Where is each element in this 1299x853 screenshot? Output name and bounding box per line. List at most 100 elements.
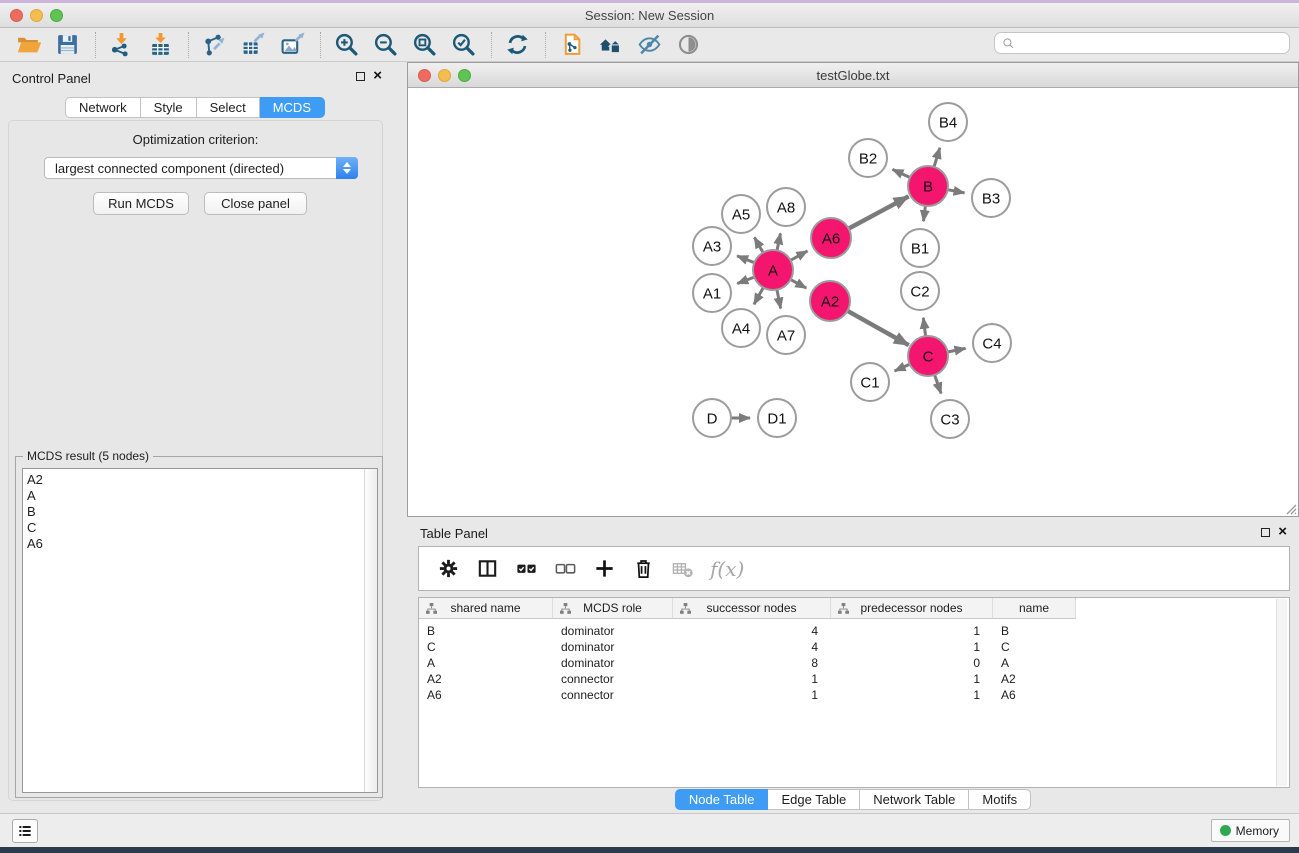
edge-A2-C[interactable] xyxy=(847,311,908,345)
home-button[interactable] xyxy=(595,30,625,60)
new-network-button[interactable] xyxy=(556,30,586,60)
cell-successor-nodes[interactable]: 1 xyxy=(673,672,831,686)
edge-A6-B[interactable] xyxy=(849,196,909,228)
cell-mcds-role[interactable]: connector xyxy=(553,688,673,702)
result-item[interactable]: A6 xyxy=(23,536,377,552)
panel-menu-button[interactable] xyxy=(12,819,38,843)
cell-mcds-role[interactable]: dominator xyxy=(553,624,673,638)
cell-mcds-role[interactable]: dominator xyxy=(553,640,673,654)
save-session-button[interactable] xyxy=(52,30,82,60)
gear-button[interactable] xyxy=(431,552,465,586)
columns-button[interactable] xyxy=(470,552,504,586)
search-field[interactable] xyxy=(994,32,1290,54)
zoom-fit-button[interactable] xyxy=(409,30,439,60)
cell-predecessor-nodes[interactable]: 1 xyxy=(831,640,993,654)
result-item[interactable]: A xyxy=(23,488,377,504)
edge-A-A8[interactable] xyxy=(777,233,781,250)
node-A8[interactable]: A8 xyxy=(767,188,805,226)
node-A6[interactable]: A6 xyxy=(811,218,851,258)
cell-name[interactable]: A6 xyxy=(993,688,1076,702)
result-item[interactable]: C xyxy=(23,520,377,536)
column-header-name[interactable]: name xyxy=(993,598,1076,619)
table-row[interactable]: Cdominator41C xyxy=(419,639,1289,655)
criterion-select[interactable]: largest connected component (directed) xyxy=(44,157,358,179)
node-D1[interactable]: D1 xyxy=(758,399,796,437)
node-C4[interactable]: C4 xyxy=(973,324,1011,362)
float-panel-icon[interactable] xyxy=(356,72,365,81)
zoom-out-button[interactable] xyxy=(370,30,400,60)
edge-C-C1[interactable] xyxy=(895,364,910,371)
edge-B-B1[interactable] xyxy=(924,206,926,221)
node-B3[interactable]: B3 xyxy=(972,179,1010,217)
hide-details-button[interactable] xyxy=(634,30,664,60)
cell-successor-nodes[interactable]: 1 xyxy=(673,688,831,702)
column-header-successor-nodes[interactable]: successor nodes xyxy=(673,598,831,619)
export-network-button[interactable] xyxy=(199,30,229,60)
network-graph[interactable]: AA1A2A3A4A5A6A7A8BB1B2B3B4CC1C2C3C4DD1 xyxy=(408,89,1298,516)
table-tab-network-table[interactable]: Network Table xyxy=(860,789,969,810)
import-network-button[interactable] xyxy=(106,30,136,60)
cell-mcds-role[interactable]: dominator xyxy=(553,656,673,670)
cell-successor-nodes[interactable]: 8 xyxy=(673,656,831,670)
tab-select[interactable]: Select xyxy=(197,97,260,118)
cell-successor-nodes[interactable]: 4 xyxy=(673,640,831,654)
node-A3[interactable]: A3 xyxy=(693,227,731,265)
cell-predecessor-nodes[interactable]: 1 xyxy=(831,672,993,686)
table-row[interactable]: A2connector11A2 xyxy=(419,671,1289,687)
node-B2[interactable]: B2 xyxy=(849,139,887,177)
select-all-button[interactable] xyxy=(509,552,543,586)
node-B4[interactable]: B4 xyxy=(929,103,967,141)
cell-shared-name[interactable]: C xyxy=(419,640,553,654)
cell-name[interactable]: C xyxy=(993,640,1076,654)
result-list-scrollbar[interactable] xyxy=(364,469,377,792)
close-panel-button[interactable]: Close panel xyxy=(204,192,307,215)
cell-shared-name[interactable]: A6 xyxy=(419,688,553,702)
tab-network[interactable]: Network xyxy=(65,97,141,118)
add-button[interactable] xyxy=(587,552,621,586)
edge-A-A5[interactable] xyxy=(754,237,763,252)
edge-A-A6[interactable] xyxy=(791,251,808,260)
edge-A-A4[interactable] xyxy=(754,288,763,305)
table-row[interactable]: A6connector11A6 xyxy=(419,687,1289,703)
node-C1[interactable]: C1 xyxy=(851,363,889,401)
edge-C-C3[interactable] xyxy=(935,375,942,394)
table-tab-motifs[interactable]: Motifs xyxy=(969,789,1031,810)
table-row[interactable]: Bdominator41B xyxy=(419,623,1289,639)
window-resize-grip[interactable] xyxy=(1283,501,1297,515)
cell-predecessor-nodes[interactable]: 1 xyxy=(831,688,993,702)
result-item[interactable]: B xyxy=(23,504,377,520)
deselect-all-button[interactable] xyxy=(548,552,582,586)
cell-shared-name[interactable]: A2 xyxy=(419,672,553,686)
cell-shared-name[interactable]: B xyxy=(419,624,553,638)
cell-name[interactable]: B xyxy=(993,624,1076,638)
table-close-panel-icon[interactable]: × xyxy=(1278,526,1287,538)
node-C2[interactable]: C2 xyxy=(901,272,939,310)
cell-predecessor-nodes[interactable]: 1 xyxy=(831,624,993,638)
node-B1[interactable]: B1 xyxy=(901,229,939,267)
minimize-traffic-light[interactable] xyxy=(30,9,43,22)
zoom-traffic-light[interactable] xyxy=(50,9,63,22)
node-A7[interactable]: A7 xyxy=(767,316,805,354)
table-scrollbar[interactable] xyxy=(1276,599,1287,786)
zoom-in-button[interactable] xyxy=(331,30,361,60)
open-session-button[interactable] xyxy=(13,30,43,60)
cell-predecessor-nodes[interactable]: 0 xyxy=(831,656,993,670)
table-float-panel-icon[interactable] xyxy=(1261,528,1270,537)
memory-button[interactable]: Memory xyxy=(1211,819,1290,842)
network-zoom-traffic-light[interactable] xyxy=(458,69,471,82)
network-close-traffic-light[interactable] xyxy=(418,69,431,82)
export-table-button[interactable] xyxy=(238,30,268,60)
trash-button[interactable] xyxy=(626,552,660,586)
edge-B-B3[interactable] xyxy=(948,190,965,193)
table-row[interactable]: Adominator80A xyxy=(419,655,1289,671)
show-details-button[interactable] xyxy=(673,30,703,60)
column-header-predecessor-nodes[interactable]: predecessor nodes xyxy=(831,598,993,619)
edge-A-A7[interactable] xyxy=(777,290,781,309)
node-A[interactable]: A xyxy=(753,250,793,290)
node-C[interactable]: C xyxy=(908,336,948,376)
cell-name[interactable]: A xyxy=(993,656,1076,670)
node-A2[interactable]: A2 xyxy=(810,281,850,321)
edge-B-B4[interactable] xyxy=(934,148,940,167)
table-tab-edge-table[interactable]: Edge Table xyxy=(768,789,860,810)
close-panel-icon[interactable]: × xyxy=(373,70,382,82)
